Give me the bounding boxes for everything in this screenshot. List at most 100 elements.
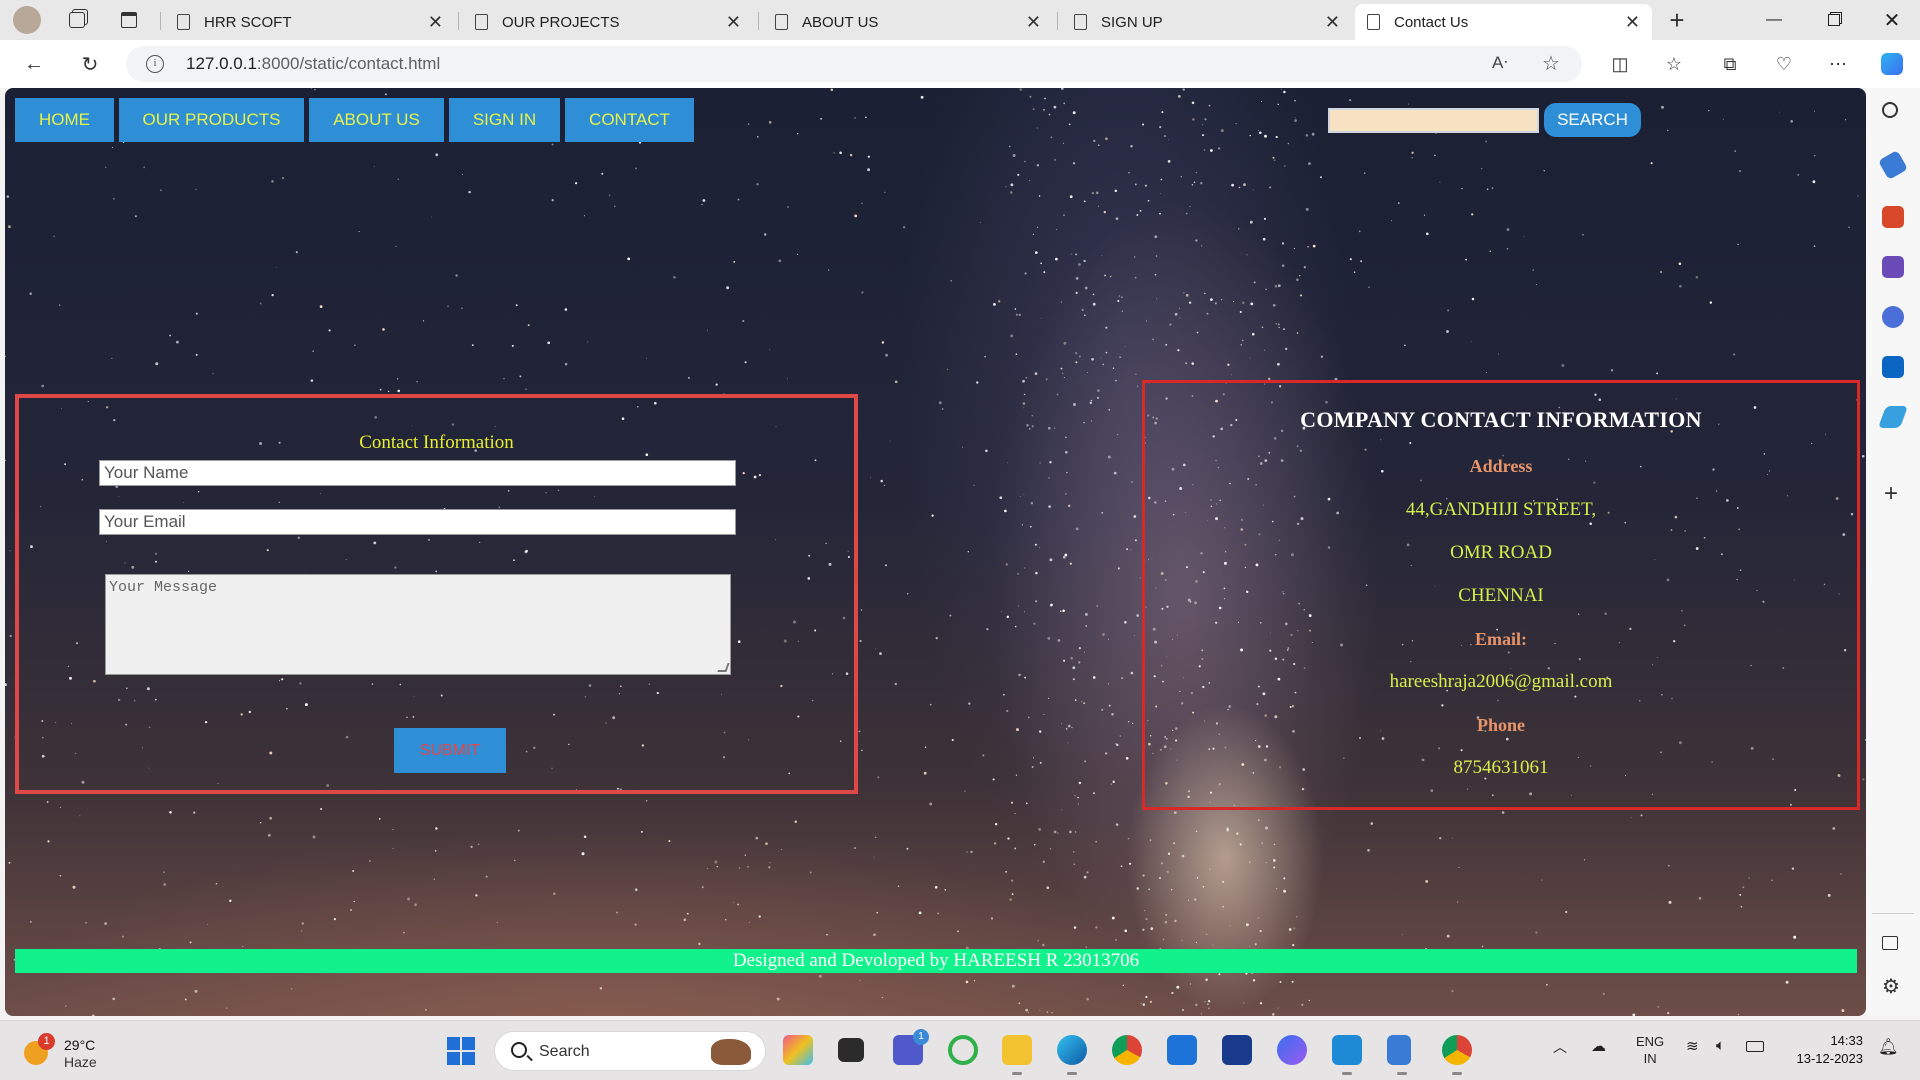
collections-icon[interactable]: ⧉ (1714, 49, 1746, 79)
tab-actions-icon[interactable] (114, 6, 144, 34)
page-icon (177, 14, 190, 30)
back-icon[interactable]: ← (18, 49, 50, 79)
nav-contact[interactable]: CONTACT (565, 98, 694, 142)
search-button[interactable]: SEARCH (1544, 103, 1641, 137)
tools-icon[interactable] (1882, 206, 1904, 228)
tab-title: Contact Us (1394, 13, 1469, 31)
taskbar-search-label: Search (539, 1043, 590, 1060)
shopping-icon[interactable] (1877, 149, 1909, 181)
tab-hrr-scoft[interactable]: HRR SCOFT ✕ (165, 4, 455, 40)
task-view-icon[interactable] (838, 1038, 864, 1062)
email-label: Email: (1475, 629, 1527, 649)
teams-icon[interactable]: 1 (893, 1029, 929, 1065)
system-clock[interactable]: 14:33 13-12-2023 (1787, 1032, 1864, 1068)
hide-sidebar-icon[interactable] (1882, 936, 1898, 950)
drop-icon[interactable] (1877, 406, 1909, 428)
browser-essentials-icon[interactable]: ♡ (1768, 49, 1800, 79)
workspaces-icon[interactable] (62, 6, 92, 34)
edge-browser-icon[interactable] (1057, 1035, 1087, 1075)
nav-sign-in[interactable]: SIGN IN (449, 98, 560, 142)
tab-contact-us[interactable]: Contact Us ✕ (1355, 4, 1652, 40)
nav-our-products[interactable]: OUR PRODUCTS (119, 98, 304, 142)
tab-title: ABOUT US (802, 13, 879, 31)
tab-separator (458, 12, 459, 30)
new-tab-icon[interactable]: + (1662, 5, 1692, 35)
edge-sidebar: + ⚙ (1866, 88, 1920, 1016)
mountain-app-icon[interactable] (1277, 1035, 1307, 1065)
contact-form: Contact Information Your Name Your Email… (15, 394, 858, 794)
favorites-icon[interactable]: ☆ (1658, 49, 1690, 79)
show-hidden-icons-chevron-icon[interactable]: ︿ (1553, 1037, 1567, 1057)
language-code: ENG (1636, 1034, 1665, 1049)
tab-sign-up[interactable]: SIGN UP ✕ (1062, 4, 1352, 40)
weather-condition: Haze (64, 1054, 97, 1070)
refresh-icon[interactable]: ↻ (74, 49, 106, 79)
sync-app-icon[interactable] (948, 1035, 978, 1065)
weather-widget[interactable]: 1 29°C Haze (24, 1033, 144, 1071)
submit-button[interactable]: SUBMIT (394, 728, 506, 773)
search-icon[interactable] (1882, 102, 1898, 118)
outlook-icon[interactable] (1882, 356, 1904, 378)
close-icon[interactable]: ✕ (726, 12, 741, 33)
tab-title: OUR PROJECTS (502, 13, 620, 31)
store-icon[interactable] (1167, 1035, 1197, 1065)
nav-home[interactable]: HOME (15, 98, 114, 142)
teams-badge: 1 (913, 1029, 929, 1045)
volume-icon[interactable]: 🔈︎ (1716, 1037, 1725, 1054)
taskbar-search[interactable]: Search (494, 1031, 766, 1071)
avatar-image (13, 6, 41, 34)
notification-bell-icon[interactable]: 🔔︎ (1878, 1037, 1898, 1057)
close-icon[interactable]: ✕ (1625, 12, 1640, 33)
split-screen-icon[interactable]: ◫ (1604, 49, 1636, 79)
l-app-icon[interactable] (1222, 1035, 1252, 1065)
language-indicator[interactable]: ENG IN (1636, 1033, 1664, 1067)
onedrive-cloud-icon[interactable]: ☁ (1591, 1037, 1606, 1055)
file-explorer-icon[interactable] (1002, 1035, 1032, 1075)
wifi-icon[interactable]: ≋ (1686, 1037, 1699, 1055)
clock-date: 13-12-2023 (1796, 1051, 1864, 1066)
notepad-icon[interactable] (1387, 1035, 1411, 1075)
main-nav: HOME OUR PRODUCTS ABOUT US SIGN IN CONTA… (15, 98, 694, 142)
battery-icon[interactable] (1746, 1041, 1764, 1052)
search-input[interactable] (1328, 108, 1539, 133)
games-icon[interactable] (1882, 256, 1904, 278)
read-aloud-icon[interactable]: Aᐧ (1492, 53, 1508, 73)
chrome-profile-icon[interactable] (1442, 1035, 1472, 1075)
vscode-icon[interactable] (1332, 1035, 1362, 1075)
more-menu-icon[interactable]: ⋯ (1822, 49, 1854, 79)
tab-about-us[interactable]: ABOUT US ✕ (763, 4, 1053, 40)
url-host: 127.0.0.1 (186, 54, 257, 73)
close-icon[interactable]: ✕ (428, 12, 443, 33)
phone-label: Phone (1476, 715, 1525, 735)
close-icon[interactable]: ✕ (1026, 12, 1041, 33)
copilot-preview-icon[interactable] (783, 1035, 813, 1065)
start-menu-icon[interactable] (447, 1037, 475, 1065)
minimize-icon[interactable]: — (1746, 0, 1802, 40)
tab-separator (160, 12, 161, 30)
profile-avatar[interactable] (12, 6, 42, 34)
copilot-icon[interactable] (1876, 49, 1908, 79)
clock-time: 14:33 (1830, 1033, 1863, 1048)
site-info-icon[interactable]: i (146, 55, 164, 73)
tab-our-projects[interactable]: OUR PROJECTS ✕ (463, 4, 753, 40)
chrome-icon[interactable] (1112, 1035, 1142, 1065)
address-bar[interactable]: i 127.0.0.1:8000/static/contact.html Aᐧ … (126, 46, 1582, 82)
weather-badge: 1 (38, 1033, 55, 1050)
favorite-star-icon[interactable]: ☆ (1542, 51, 1560, 76)
window-close-icon[interactable]: ✕ (1864, 0, 1920, 40)
nav-about-us[interactable]: ABOUT US (309, 98, 444, 142)
browser-tab-strip: HRR SCOFT ✕ OUR PROJECTS ✕ ABOUT US ✕ SI… (0, 0, 1920, 40)
name-input[interactable]: Your Name (99, 460, 736, 486)
page-viewport: HOME OUR PRODUCTS ABOUT US SIGN IN CONTA… (5, 88, 1866, 1016)
close-icon[interactable]: ✕ (1325, 12, 1340, 33)
search-icon (511, 1042, 527, 1058)
microsoft365-icon[interactable] (1882, 306, 1904, 328)
message-textarea[interactable]: Your Message (105, 574, 731, 675)
tab-separator (1057, 12, 1058, 30)
email-input[interactable]: Your Email (99, 509, 736, 535)
resize-handle-icon[interactable] (717, 663, 730, 672)
add-icon[interactable]: + (1884, 480, 1898, 508)
restore-icon[interactable] (1806, 0, 1862, 40)
settings-gear-icon[interactable]: ⚙ (1882, 974, 1900, 999)
address-line-1: 44,GANDHIJI STREET, (1405, 499, 1597, 520)
